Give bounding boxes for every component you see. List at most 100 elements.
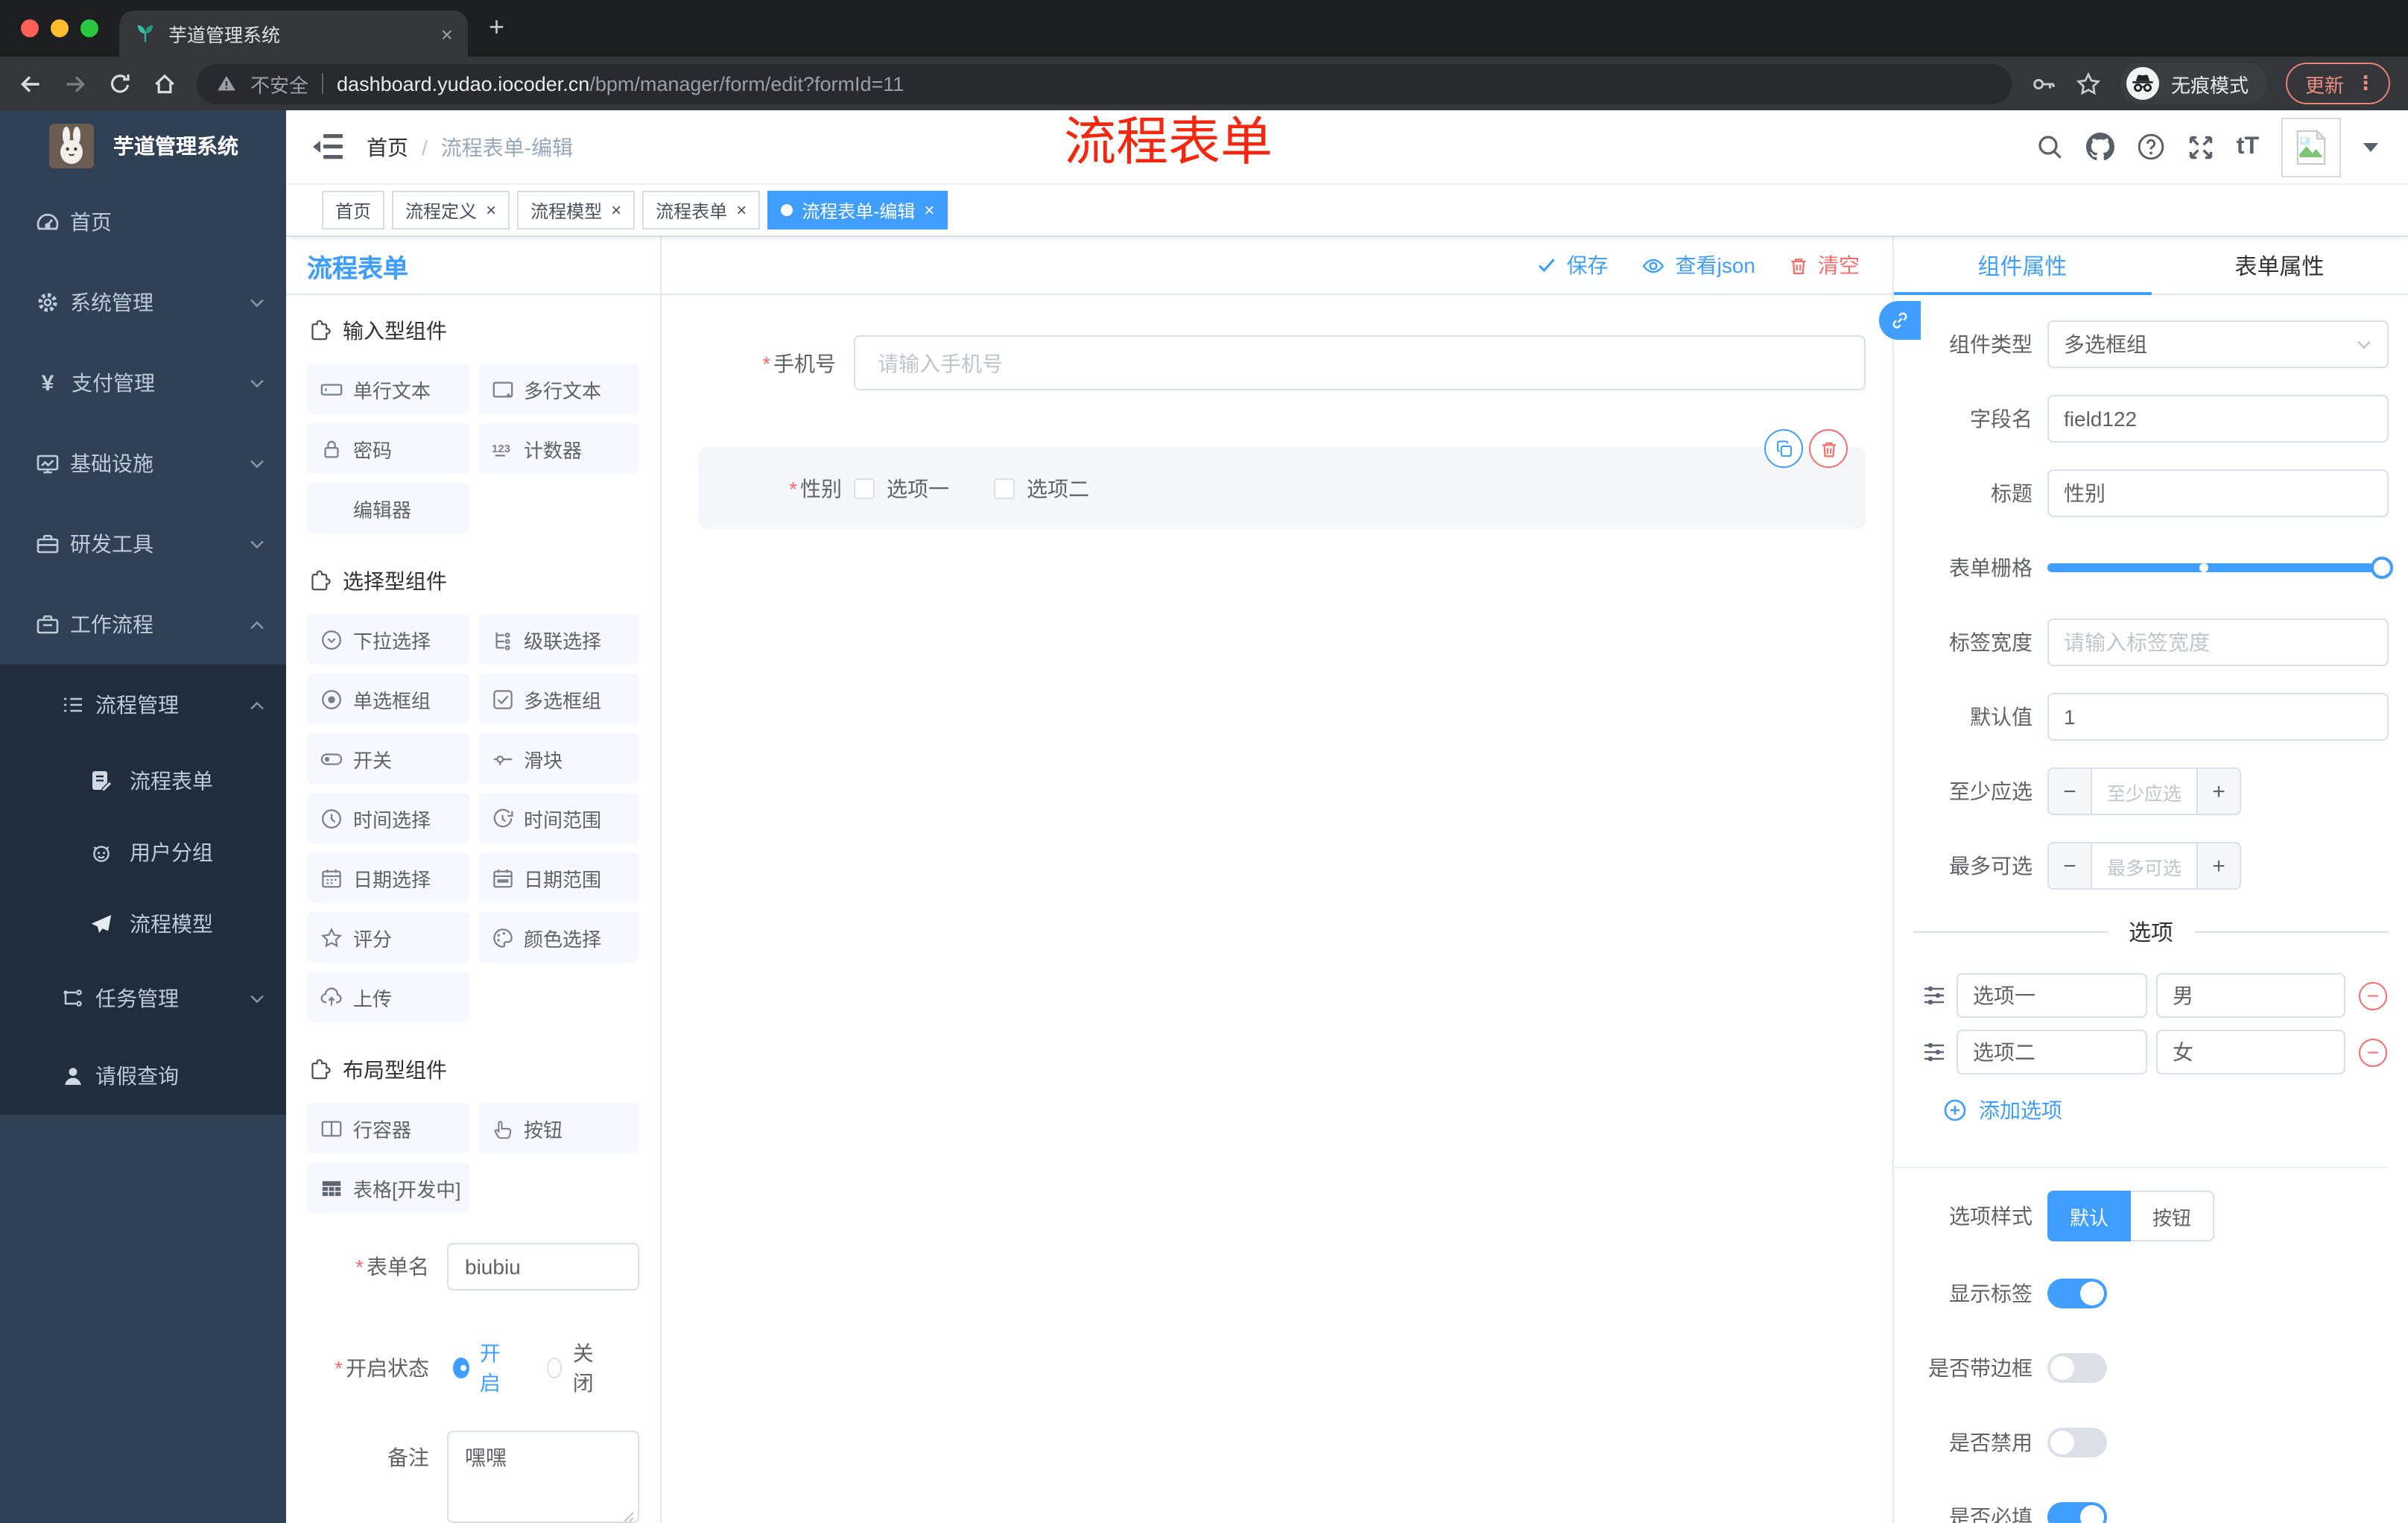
field-name-input[interactable] (2047, 395, 2389, 443)
comp-checkbox-group[interactable]: 多选框组 (478, 674, 639, 724)
field-title-input[interactable] (2047, 469, 2389, 517)
checkbox-option-2[interactable]: 选项二 (994, 473, 1089, 503)
tab-close-icon[interactable]: × (441, 23, 453, 44)
sidebar-item-system[interactable]: 系统管理 (0, 262, 286, 343)
tag-process-form-edit[interactable]: 流程表单-编辑 × (767, 191, 948, 229)
maximize-window-button[interactable] (80, 19, 98, 37)
sidebar-logo[interactable]: 芋道管理系统 (0, 110, 286, 182)
comp-table[interactable]: 表格[开发中] (307, 1162, 469, 1213)
comp-switch[interactable]: 开关 (307, 733, 469, 784)
comp-textarea[interactable]: 多行文本 (478, 364, 639, 414)
resize-handle-icon[interactable] (623, 1511, 635, 1523)
close-window-button[interactable] (21, 19, 39, 37)
option-value-input[interactable] (2156, 973, 2345, 1018)
required-toggle[interactable] (2047, 1502, 2107, 1523)
comp-radio-group[interactable]: 单选框组 (307, 674, 469, 724)
sidebar-item-process-mgmt[interactable]: 流程管理 (0, 665, 286, 745)
canvas-field-phone[interactable]: * 手机号 (682, 335, 1866, 390)
tag-process-model[interactable]: 流程模型 × (517, 191, 636, 229)
tag-close-icon[interactable]: × (736, 201, 747, 219)
bookmark-star-icon[interactable] (2076, 71, 2101, 96)
remove-option-button[interactable]: − (2359, 981, 2387, 1010)
style-default-button[interactable]: 默认 (2047, 1191, 2131, 1241)
stepper-increase-button[interactable]: + (2196, 843, 2240, 888)
comp-upload[interactable]: 上传 (307, 972, 469, 1022)
tag-close-icon[interactable]: × (611, 201, 621, 219)
remove-option-button[interactable]: − (2359, 1038, 2387, 1066)
comp-time-picker[interactable]: 时间选择 (307, 793, 469, 843)
sidebar-item-user-group[interactable]: 用户分组 (0, 817, 286, 888)
hamburger-icon[interactable] (313, 134, 343, 159)
stepper-increase-button[interactable]: + (2196, 769, 2240, 814)
comp-color-picker[interactable]: 颜色选择 (478, 912, 639, 963)
avatar-caret-icon[interactable] (2363, 142, 2378, 151)
radio-closed[interactable]: 关闭 (546, 1338, 603, 1398)
radio-open[interactable]: 开启 (453, 1338, 510, 1398)
border-toggle[interactable] (2047, 1353, 2107, 1383)
comp-counter[interactable]: 123 计数器 (478, 423, 639, 474)
remark-textarea[interactable]: 嘿嘿 (447, 1431, 639, 1523)
back-icon[interactable] (18, 71, 43, 96)
sidebar-item-infra[interactable]: 基础设施 (0, 423, 286, 504)
github-icon[interactable] (2085, 133, 2114, 161)
help-icon[interactable] (2137, 133, 2165, 161)
comp-select[interactable]: 下拉选择 (307, 614, 469, 665)
comp-cascader[interactable]: 级联选择 (478, 614, 639, 665)
comp-date-range[interactable]: 日期范围 (478, 852, 639, 903)
option-value-input[interactable] (2156, 1030, 2345, 1074)
form-grid-slider[interactable] (2047, 557, 2393, 579)
comp-row-container[interactable]: 行容器 (307, 1103, 469, 1153)
browser-menu-icon[interactable]: ⋮ (2356, 72, 2375, 95)
home-icon[interactable] (152, 71, 177, 96)
duplicate-component-button[interactable] (1764, 429, 1803, 468)
comp-time-range[interactable]: 时间范围 (478, 793, 639, 843)
drag-handle-icon[interactable] (1921, 1040, 1948, 1064)
label-width-input[interactable] (2047, 618, 2389, 666)
tab-form-props[interactable]: 表单属性 (2151, 237, 2408, 295)
address-bar[interactable]: 不安全 dashboard.yudao.iocoder.cn/bpm/manag… (197, 63, 2012, 104)
option-label-input[interactable] (1956, 973, 2147, 1018)
show-label-toggle[interactable] (2047, 1279, 2107, 1308)
forward-icon[interactable] (63, 71, 88, 96)
tag-close-icon[interactable]: × (924, 201, 934, 219)
delete-component-button[interactable] (1809, 429, 1848, 468)
sidebar-item-leave-query[interactable]: 请假查询 (0, 1037, 286, 1115)
sidebar-item-devtools[interactable]: 研发工具 (0, 504, 286, 584)
clear-button[interactable]: 清空 (1788, 250, 1860, 280)
stepper-value[interactable]: 至少应选 (2092, 769, 2196, 814)
slider-handle[interactable] (2371, 557, 2393, 579)
search-icon[interactable] (2037, 133, 2064, 160)
checkbox-option-1[interactable]: 选项一 (854, 473, 949, 503)
stepper-value[interactable]: 最多可选 (2092, 843, 2196, 888)
comp-date-picker[interactable]: 日期选择 (307, 852, 469, 903)
canvas-field-gender-selected[interactable]: * 性别 选项一 选项二 (699, 429, 1866, 529)
font-size-icon[interactable]: tT (2237, 133, 2259, 160)
tag-process-definition[interactable]: 流程定义 × (392, 191, 510, 229)
update-button[interactable]: 更新 ⋮ (2285, 63, 2390, 104)
comp-button[interactable]: 按钮 (478, 1103, 639, 1153)
security-warning-icon[interactable] (216, 73, 237, 94)
save-button[interactable]: 保存 (1537, 250, 1609, 280)
component-type-select[interactable]: 多选框组 (2047, 320, 2389, 368)
tag-home[interactable]: 首页 (322, 191, 385, 229)
stepper-decrease-button[interactable]: − (2049, 843, 2092, 888)
reload-icon[interactable] (107, 71, 133, 96)
default-value-input[interactable] (2047, 693, 2389, 741)
drag-handle-icon[interactable] (1921, 984, 1948, 1007)
disabled-toggle[interactable] (2047, 1428, 2107, 1457)
sidebar-item-process-model[interactable]: 流程模型 (0, 888, 286, 960)
tab-component-props[interactable]: 组件属性 (1894, 237, 2151, 295)
browser-tab[interactable]: 芋道管理系统 × (119, 10, 468, 57)
form-name-input[interactable] (447, 1243, 639, 1291)
fullscreen-icon[interactable] (2187, 133, 2214, 160)
phone-input[interactable] (854, 335, 1866, 390)
comp-rate[interactable]: 评分 (307, 912, 469, 963)
stepper-decrease-button[interactable]: − (2049, 769, 2092, 814)
sidebar-item-process-form[interactable]: 流程表单 (0, 745, 286, 817)
breadcrumb-home[interactable]: 首页 (367, 132, 408, 162)
sidebar-item-home[interactable]: 首页 (0, 182, 286, 262)
view-json-button[interactable]: 查看json (1641, 250, 1755, 280)
comp-input-text[interactable]: 单行文本 (307, 364, 469, 414)
add-option-button[interactable]: 添加选项 (1943, 1095, 2389, 1125)
password-key-icon[interactable] (2031, 71, 2056, 96)
